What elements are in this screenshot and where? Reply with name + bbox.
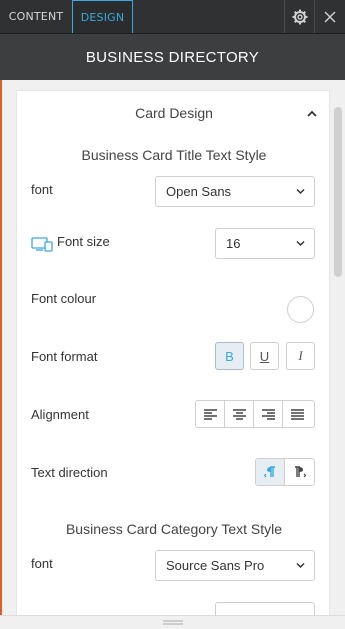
tab-bar: CONTENT DESIGN	[0, 0, 345, 34]
font-label: font	[31, 182, 53, 197]
font-size-label: Font size	[57, 234, 110, 249]
scrollbar[interactable]	[334, 107, 342, 277]
category-style-heading: Business Card Category Text Style	[65, 521, 283, 537]
panel-title: BUSINESS DIRECTORY	[0, 34, 345, 80]
text-direction-group	[255, 458, 315, 486]
align-justify-icon	[291, 408, 304, 420]
underline-icon: U	[259, 348, 270, 364]
rtl-button[interactable]	[285, 459, 314, 485]
bold-icon: B	[225, 348, 234, 364]
drag-handle-icon	[162, 620, 183, 625]
category-font-label: font	[31, 556, 53, 571]
title-font-select[interactable]: Open Sans	[155, 176, 315, 207]
alignment-group	[195, 400, 315, 428]
align-justify-button[interactable]	[283, 401, 312, 427]
align-left-button[interactable]	[196, 401, 225, 427]
responsive-devices-icon[interactable]	[31, 236, 53, 252]
section-title: Card Design	[135, 105, 213, 121]
text-direction-label: Text direction	[31, 465, 108, 480]
font-size-value: 16	[226, 236, 241, 251]
tab-content[interactable]: CONTENT	[0, 0, 72, 33]
close-button[interactable]	[314, 0, 344, 33]
ltr-icon	[263, 466, 275, 478]
settings-button[interactable]	[284, 0, 314, 33]
editor-panel: CONTENT DESIGN BUSINESS DIRECTORY Card D…	[0, 0, 345, 629]
align-center-icon	[232, 408, 246, 420]
collapse-button[interactable]	[303, 104, 321, 122]
italic-button[interactable]: I	[286, 342, 315, 370]
bold-button[interactable]: B	[215, 342, 244, 370]
align-right-button[interactable]	[254, 401, 283, 427]
gear-icon	[292, 9, 307, 24]
category-font-select[interactable]: Source Sans Pro	[155, 550, 315, 581]
font-size-select[interactable]: 16	[215, 228, 315, 259]
align-left-icon	[203, 408, 217, 420]
tab-design[interactable]: DESIGN	[72, 0, 133, 33]
font-format-label: Font format	[31, 349, 98, 364]
chevron-down-icon	[296, 240, 305, 247]
align-center-button[interactable]	[225, 401, 254, 427]
rtl-icon	[295, 466, 306, 478]
card-design-section: Card Design Business Card Title Text Sty…	[16, 90, 330, 629]
chevron-down-icon	[296, 188, 305, 195]
title-style-heading: Business Card Title Text Style	[81, 147, 267, 163]
align-right-icon	[261, 408, 275, 420]
font-colour-label: Font colour	[31, 291, 97, 306]
font-colour-picker[interactable]	[287, 296, 314, 323]
ltr-button[interactable]	[256, 459, 285, 485]
alignment-label: Alignment	[31, 407, 89, 422]
chevron-down-icon	[296, 562, 305, 569]
title-font-value: Open Sans	[166, 184, 232, 199]
close-icon	[324, 11, 335, 22]
italic-icon: I	[298, 348, 303, 363]
category-font-value: Source Sans Pro	[166, 558, 265, 573]
resize-handle[interactable]	[0, 615, 345, 629]
underline-button[interactable]: U	[250, 342, 279, 370]
chevron-up-icon	[307, 110, 317, 117]
scroll-area: Card Design Business Card Title Text Sty…	[2, 80, 345, 629]
